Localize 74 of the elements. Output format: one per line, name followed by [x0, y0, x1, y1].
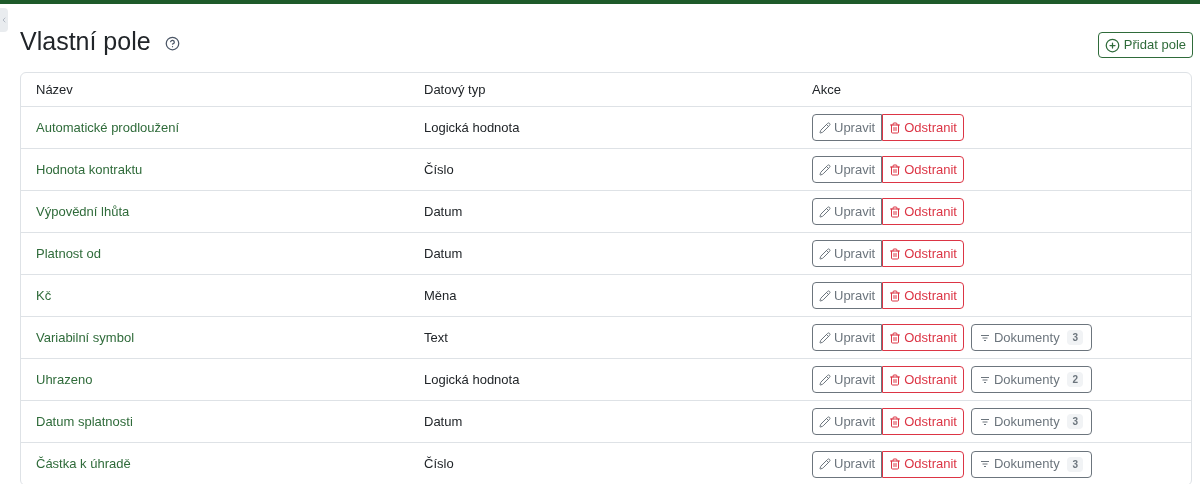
delete-button[interactable]: Odstranit [882, 366, 964, 393]
add-field-button[interactable]: Přidat pole [1097, 32, 1193, 58]
pencil-icon [819, 415, 831, 428]
column-header: Akce [812, 80, 842, 99]
delete-button[interactable]: Odstranit [882, 408, 964, 435]
edit-button[interactable]: Upravit [812, 324, 883, 351]
pencil-icon [819, 247, 831, 260]
delete-button[interactable]: Odstranit [882, 450, 964, 478]
delete-button[interactable]: Odstranit [882, 198, 964, 225]
edit-button[interactable]: Upravit [812, 450, 883, 478]
field-name: Výpovědní lhůta [36, 202, 131, 221]
field-name: Částka k úhradě [36, 455, 132, 474]
trash-icon [889, 247, 902, 260]
documents-button[interactable]: Dokumenty 3 [970, 450, 1092, 478]
edit-button[interactable]: Upravit [812, 156, 883, 183]
pencil-icon [819, 289, 831, 302]
field-name: Hodnota kontraktu [36, 160, 144, 179]
data-type: Číslo [424, 160, 455, 179]
pencil-icon [819, 331, 831, 344]
delete-button[interactable]: Odstranit [882, 282, 964, 309]
filter-icon [979, 460, 990, 468]
column-header: Datový typ [424, 80, 487, 99]
data-type: Logická hodnota [424, 370, 521, 389]
documents-button[interactable]: Dokumenty 3 [970, 324, 1092, 351]
data-type: Datum [424, 202, 464, 221]
filter-icon [979, 417, 990, 426]
edit-button[interactable]: Upravit [812, 366, 883, 393]
field-name: Automatické prodloužení [36, 118, 181, 137]
trash-icon [889, 289, 902, 302]
trash-icon [889, 331, 902, 344]
delete-button[interactable]: Odstranit [882, 324, 964, 351]
data-type: Číslo [424, 455, 455, 474]
trash-icon [889, 163, 902, 176]
delete-button[interactable]: Odstranit [882, 114, 964, 141]
pencil-icon [819, 205, 831, 218]
data-type: Měna [424, 286, 458, 305]
trash-icon [889, 373, 902, 386]
count-badge: 3 [1067, 414, 1083, 429]
edit-button[interactable]: Upravit [812, 240, 883, 267]
field-name: Uhrazeno [36, 370, 94, 389]
count-badge: 2 [1067, 372, 1083, 387]
field-name: Variabilní symbol [36, 328, 136, 347]
trash-icon [889, 121, 902, 134]
plus-circle-icon [1104, 37, 1120, 53]
pencil-icon [819, 373, 831, 386]
delete-button[interactable]: Odstranit [882, 156, 964, 183]
delete-button[interactable]: Odstranit [882, 240, 964, 267]
edit-button[interactable]: Upravit [812, 282, 883, 309]
trash-icon [889, 458, 902, 470]
page-title: Vlastní pole [20, 26, 151, 56]
column-header: Název [36, 80, 74, 99]
data-type: Datum [424, 412, 464, 431]
trash-icon [889, 205, 902, 218]
trash-icon [889, 415, 902, 428]
field-name: Kč [36, 286, 53, 305]
pencil-icon [819, 163, 831, 176]
edit-button[interactable]: Upravit [812, 198, 883, 225]
data-type: Datum [424, 244, 464, 263]
field-name: Datum splatnosti [36, 412, 134, 431]
chevron-left-icon [0, 16, 8, 24]
field-name: Platnost od [36, 244, 103, 263]
data-type: Logická hodnota [424, 118, 521, 137]
count-badge: 3 [1067, 456, 1083, 472]
data-type: Text [424, 328, 449, 347]
filter-icon [979, 333, 990, 342]
edit-button[interactable]: Upravit [812, 408, 883, 435]
documents-button[interactable]: Dokumenty 3 [970, 408, 1092, 435]
help-icon[interactable] [164, 35, 180, 51]
count-badge: 3 [1067, 330, 1083, 345]
pencil-icon [819, 121, 831, 134]
edit-button[interactable]: Upravit [812, 114, 883, 141]
documents-button[interactable]: Dokumenty 2 [970, 366, 1092, 393]
pencil-icon [819, 458, 831, 470]
filter-icon [979, 375, 990, 384]
